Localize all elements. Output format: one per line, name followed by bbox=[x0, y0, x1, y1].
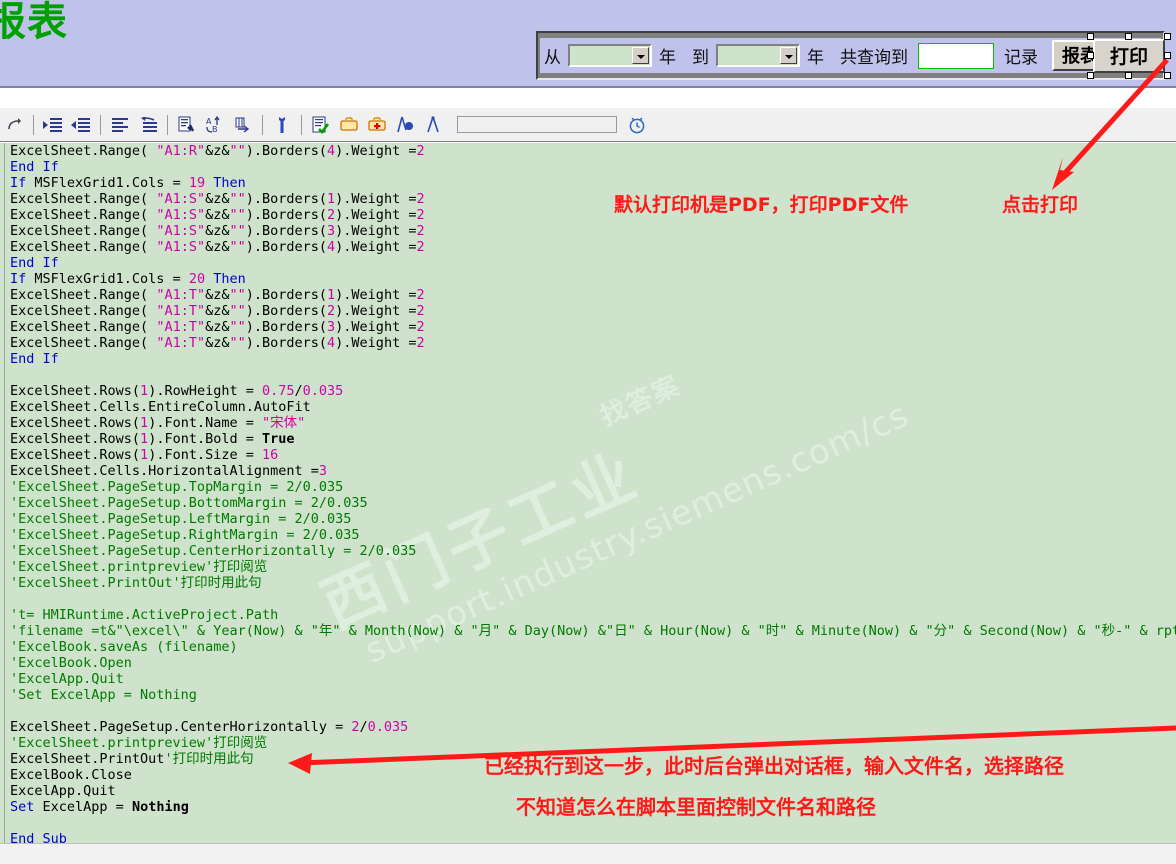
annotation-click-print: 点击打印 bbox=[1002, 194, 1079, 216]
print-button[interactable]: 打印 bbox=[1093, 39, 1165, 73]
resize-handle-bottom-right[interactable] bbox=[1164, 72, 1171, 79]
toolbar-separator bbox=[262, 114, 263, 135]
from-label: 从 bbox=[544, 48, 561, 68]
compass-object-icon[interactable] bbox=[393, 112, 417, 138]
indent-decrease-icon[interactable] bbox=[69, 112, 93, 138]
print-button-selection: 打印 bbox=[1087, 33, 1171, 79]
resize-handle-top-center[interactable] bbox=[1125, 33, 1132, 40]
to-label: 到 bbox=[692, 48, 709, 68]
record-label: 记录 bbox=[1004, 48, 1038, 68]
app-window: 报表 从 年 到 年 共查询到 记录 报表导出 打印 bbox=[0, 0, 1176, 864]
redo-icon[interactable] bbox=[2, 112, 26, 138]
align-lines-icon[interactable] bbox=[108, 112, 132, 138]
chevron-down-icon[interactable] bbox=[632, 47, 649, 64]
query-toolbar-inner: 从 年 到 年 共查询到 记录 报表导出 bbox=[540, 38, 1161, 73]
chevron-down-icon[interactable] bbox=[780, 47, 797, 64]
toolbar-separator bbox=[33, 114, 34, 135]
annotation-default-printer: 默认打印机是PDF，打印PDF文件 bbox=[614, 194, 909, 216]
editor-bottom-strip bbox=[0, 843, 1176, 864]
code-text[interactable]: ExcelSheet.Range( "A1:R"&z&"").Borders(4… bbox=[10, 143, 1176, 843]
undo-wrap-icon[interactable] bbox=[136, 112, 160, 138]
compass-icon[interactable] bbox=[421, 112, 445, 138]
from-year-dropdown[interactable] bbox=[568, 44, 652, 67]
find-next-icon[interactable] bbox=[231, 112, 255, 138]
year-label-to: 年 bbox=[807, 48, 824, 68]
record-count-input[interactable] bbox=[918, 42, 994, 69]
annotation-unknown-path: 不知道怎么在脚本里面控制文件名和路径 bbox=[516, 795, 876, 819]
editor-toolbar: A B bbox=[0, 108, 1176, 142]
resize-handle-top-right[interactable] bbox=[1164, 33, 1171, 40]
code-editor[interactable]: 找答案 西门子工业 support.industry.siemens.com/c… bbox=[0, 143, 1176, 843]
editor-gutter-line bbox=[4, 143, 5, 843]
annotation-current-step: 已经执行到这一步，此时后台弹出对话框，输入文件名，选择路径 bbox=[484, 754, 1064, 778]
total-found-label: 共查询到 bbox=[840, 48, 908, 68]
resize-handle-top-left[interactable] bbox=[1087, 33, 1094, 40]
briefcase-icon[interactable] bbox=[337, 112, 361, 138]
toolbar-separator bbox=[301, 114, 302, 135]
resize-handle-bottom-left[interactable] bbox=[1087, 72, 1094, 79]
resize-handle-bottom-center[interactable] bbox=[1125, 72, 1132, 79]
wrench-icon[interactable] bbox=[270, 112, 294, 138]
toolbar-separator bbox=[167, 114, 168, 135]
resize-handle-middle-right[interactable] bbox=[1164, 52, 1171, 59]
year-label-from: 年 bbox=[659, 48, 676, 68]
find-in-file-icon[interactable] bbox=[175, 112, 199, 138]
toolbar-search-input[interactable] bbox=[457, 116, 617, 133]
alarm-clock-icon[interactable] bbox=[625, 112, 649, 138]
indent-increase-icon[interactable] bbox=[41, 112, 65, 138]
page-title: 报表 bbox=[0, 0, 68, 45]
to-year-dropdown[interactable] bbox=[716, 44, 800, 67]
briefcase-add-icon[interactable] bbox=[365, 112, 389, 138]
svg-text:B: B bbox=[212, 125, 218, 134]
check-syntax-icon[interactable] bbox=[309, 112, 333, 138]
toolbar-separator bbox=[100, 114, 101, 135]
query-toolbar-panel: 从 年 到 年 共查询到 记录 报表导出 bbox=[536, 31, 1165, 80]
resize-handle-middle-left[interactable] bbox=[1087, 52, 1094, 59]
sort-az-icon[interactable]: A B bbox=[203, 112, 227, 138]
